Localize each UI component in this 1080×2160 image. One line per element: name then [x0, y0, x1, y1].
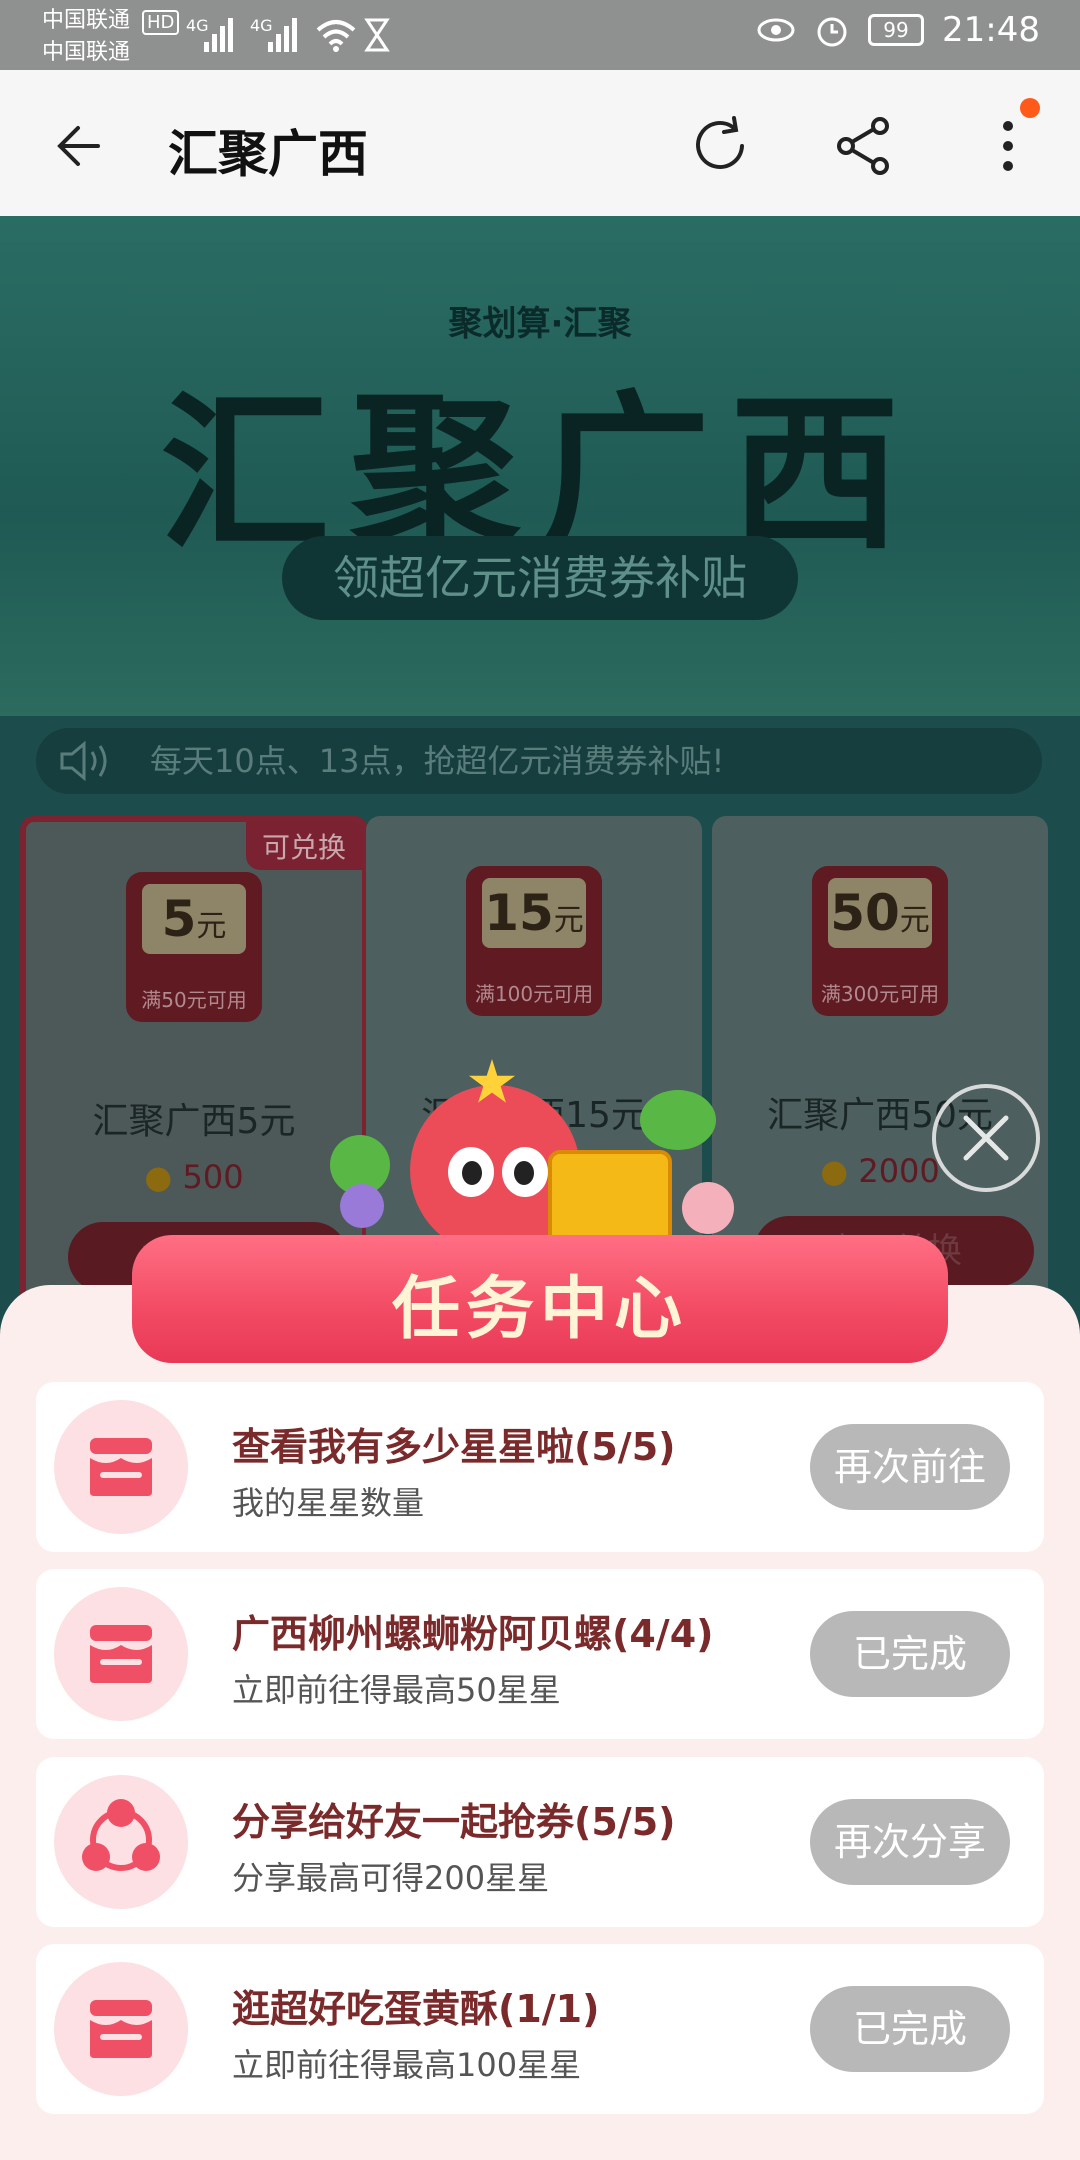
battery-icon: 99 — [868, 14, 925, 46]
task-action-button[interactable]: 再次前往 — [810, 1424, 1010, 1510]
nav-bar: 汇聚广西 — [0, 70, 1080, 216]
task-row: 查看我有多少星星啦(5/5) 我的星星数量 再次前往 — [36, 1382, 1044, 1552]
mascot-eye-left — [448, 1147, 494, 1197]
carrier-2: 中国联通 — [42, 40, 131, 65]
task-description: 立即前往得最高50星星 — [232, 1671, 561, 1709]
coupon-condition: 满50元可用 — [141, 988, 247, 1012]
status-right: 99 21:48 — [756, 10, 1040, 50]
flower-decoration — [340, 1184, 384, 1228]
coupon-graphic: 5元 满50元可用 — [126, 872, 262, 1022]
notification-dot — [1020, 98, 1040, 118]
task-center-title: 任务中心 — [391, 1270, 688, 1349]
notice-bar: 每天10点、13点，抢超亿元消费券补贴! — [36, 728, 1042, 794]
carrier-1: 中国联通 — [42, 8, 131, 33]
speaker-icon — [60, 740, 107, 782]
palm-tree-decoration-2 — [640, 1090, 716, 1150]
clock: 21:48 — [942, 10, 1040, 50]
hd-badge: HD — [142, 10, 180, 35]
task-description: 立即前往得最高100星星 — [232, 2046, 582, 2084]
signal-icon-2 — [268, 18, 297, 52]
store-icon — [54, 1962, 188, 2096]
coupon-condition: 满100元可用 — [474, 982, 594, 1006]
task-center-ribbon: 任务中心 — [132, 1235, 948, 1363]
store-icon — [54, 1400, 188, 1534]
task-description: 分享最高可得200星星 — [232, 1859, 550, 1897]
share-again-button[interactable]: 再次分享 — [810, 1799, 1010, 1885]
more-icon[interactable] — [976, 114, 1040, 178]
hourglass-icon — [364, 18, 390, 52]
wifi-icon — [316, 20, 356, 52]
banner-pill: 领超亿元消费券补贴 — [282, 536, 798, 620]
coupon-graphic: 15元 满100元可用 — [466, 866, 602, 1016]
signal-icon — [204, 18, 233, 52]
task-completed-button[interactable]: 已完成 — [810, 1986, 1010, 2072]
task-title: 查看我有多少星星啦(5/5) — [232, 1425, 676, 1469]
coupon-name: 汇聚广西5元 — [92, 1101, 296, 1142]
banner: 聚划算·汇聚 汇聚广西 领超亿元消费券补贴 — [0, 216, 1080, 716]
task-description: 我的星星数量 — [232, 1484, 425, 1522]
share-icon — [54, 1775, 188, 1909]
coupon-amount: 50元 — [828, 878, 932, 948]
coupon-graphic: 50元 满300元可用 — [812, 866, 948, 1016]
task-title: 分享给好友一起抢券(5/5) — [232, 1800, 676, 1844]
close-icon — [963, 1115, 1009, 1161]
back-arrow-icon[interactable] — [50, 114, 114, 178]
task-title: 逛超好吃蛋黄酥(1/1) — [232, 1987, 600, 2031]
redeemable-tag: 可兑换 — [245, 822, 362, 870]
coupon-cost: ● 500 — [144, 1158, 244, 1196]
task-title: 广西柳州螺蛳粉阿贝螺(4/4) — [232, 1612, 714, 1656]
coupon-condition: 满300元可用 — [820, 982, 940, 1006]
page-title: 汇聚广西 — [168, 125, 368, 183]
task-row: 分享给好友一起抢券(5/5) 分享最高可得200星星 再次分享 — [36, 1757, 1044, 1927]
share-icon[interactable] — [832, 114, 896, 178]
task-row: 广西柳州螺蛳粉阿贝螺(4/4) 立即前往得最高50星星 已完成 — [36, 1569, 1044, 1739]
flower-decoration-2 — [682, 1182, 734, 1234]
task-row: 逛超好吃蛋黄酥(1/1) 立即前往得最高100星星 已完成 — [36, 1944, 1044, 2114]
coupon-amount: 5元 — [142, 884, 246, 954]
task-completed-button[interactable]: 已完成 — [810, 1611, 1010, 1697]
close-button[interactable] — [932, 1084, 1040, 1192]
treasure-chest-icon — [548, 1150, 672, 1248]
notice-text: 每天10点、13点，抢超亿元消费券补贴! — [150, 742, 725, 780]
store-icon — [54, 1587, 188, 1721]
refresh-icon[interactable] — [688, 114, 752, 178]
mascot-eye-right — [502, 1147, 548, 1197]
alarm-icon — [817, 17, 847, 47]
coupon-amount: 15元 — [482, 878, 586, 948]
coupon-card-50[interactable]: 50元 满300元可用 汇聚广西50元 ● 2000 立即兑换 — [712, 816, 1048, 1306]
eye-icon — [757, 18, 795, 42]
status-bar: 中国联通 中国联通 HD 4G 4G 99 21:48 — [0, 0, 1080, 70]
